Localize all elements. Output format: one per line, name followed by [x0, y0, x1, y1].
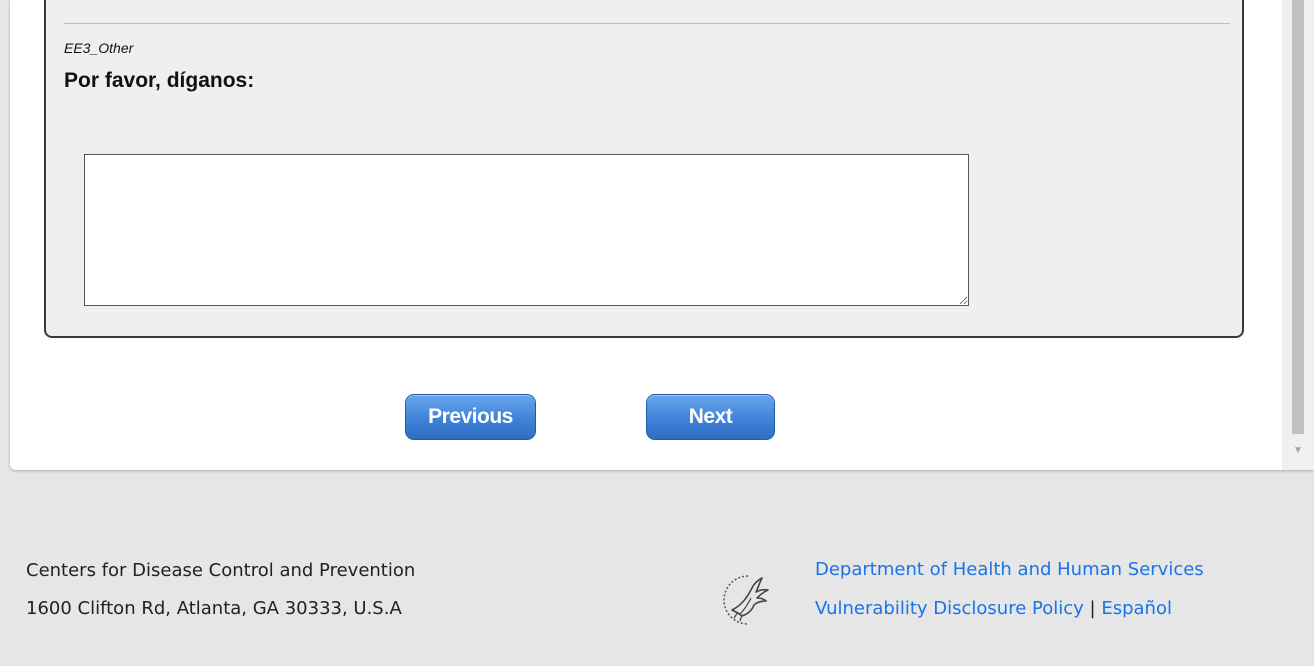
vertical-scrollbar[interactable]: ▼ [1282, 0, 1314, 470]
hhs-eagle-icon [723, 575, 769, 625]
footer-links-block: Department of Health and Human Services … [815, 550, 1204, 628]
question-text: Por favor, díganos: [64, 69, 255, 92]
org-name: Centers for Disease Control and Preventi… [26, 560, 416, 581]
previous-button[interactable]: Previous [405, 394, 536, 440]
espanol-link[interactable]: Español [1101, 598, 1172, 619]
vulnerability-policy-link[interactable]: Vulnerability Disclosure Policy [815, 598, 1084, 619]
page: EE3_Other Por favor, díganos: Previous N… [0, 0, 1314, 666]
link-separator: | [1089, 598, 1096, 619]
survey-card: EE3_Other Por favor, díganos: Previous N… [10, 0, 1314, 470]
hhs-link[interactable]: Department of Health and Human Services [815, 559, 1204, 580]
question-divider [64, 23, 1230, 24]
answer-textarea[interactable] [84, 154, 969, 306]
scrollbar-thumb[interactable] [1292, 0, 1304, 434]
next-button[interactable]: Next [646, 394, 775, 440]
question-box: EE3_Other Por favor, díganos: [44, 0, 1244, 338]
scroll-down-arrow-icon[interactable]: ▼ [1292, 444, 1304, 458]
question-id: EE3_Other [64, 40, 134, 56]
org-address: 1600 Clifton Rd, Atlanta, GA 30333, U.S.… [26, 598, 402, 619]
footer-address-block: Centers for Disease Control and Preventi… [26, 552, 415, 628]
